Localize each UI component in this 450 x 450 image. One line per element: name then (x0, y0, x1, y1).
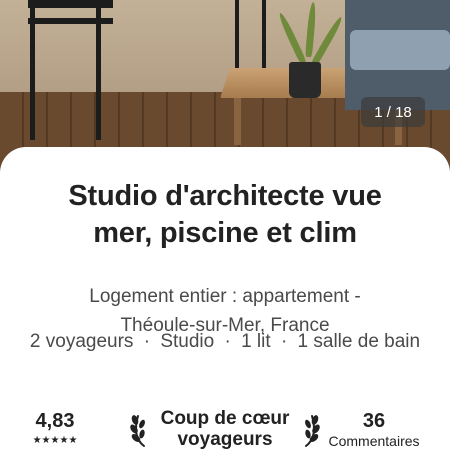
laurel-right-icon (305, 415, 320, 447)
sofa-cushion (350, 30, 450, 70)
spec-baths: 1 salle de bain (297, 331, 421, 352)
chair-leg (30, 0, 35, 140)
guest-favorite-badge[interactable]: Coup de cœur voyageurs (130, 408, 320, 450)
guest-favorite-label: Coup de cœur voyageurs (152, 408, 298, 450)
plant-pot (289, 62, 321, 98)
spec-separator: · (224, 331, 231, 352)
reviews-count: 36 (362, 410, 386, 432)
listing-title: Studio d'architecte vue mer, piscine et … (0, 178, 450, 252)
guest-favorite-line1: Coup de cœur (160, 408, 290, 429)
table-leg (234, 95, 241, 145)
photo-counter: 1 / 18 (361, 97, 425, 127)
spec-separator: · (280, 331, 288, 352)
laurel-left-icon (130, 415, 145, 447)
listing-specs: 2 voyageurs · Studio · 1 lit · 1 salle d… (0, 331, 450, 353)
rating-stars-icon: ★★★★★ (32, 435, 78, 446)
guest-favorite-line2: voyageurs (177, 429, 273, 450)
chair-leg (96, 0, 101, 140)
spec-guests: 2 voyageurs (29, 331, 134, 352)
spec-beds: 1 lit (241, 331, 271, 352)
rating-block[interactable]: 4,83 ★★★★★ (22, 410, 88, 447)
listing-title-line1: Studio d'architecte vue (68, 180, 382, 212)
reviews-label: Commentaires (328, 433, 420, 449)
spec-separator: · (143, 331, 151, 352)
listing-stats: 4,83 ★★★★★ Coup de cœur voyageurs 36 Com… (0, 408, 450, 450)
spec-type: Studio (160, 331, 215, 352)
listing-title-line2: mer, piscine et clim (93, 217, 357, 249)
rating-value: 4,83 (35, 410, 75, 432)
listing-type: Logement entier : appartement - (89, 286, 361, 307)
reviews-block[interactable]: 36 Commentaires (326, 410, 422, 450)
